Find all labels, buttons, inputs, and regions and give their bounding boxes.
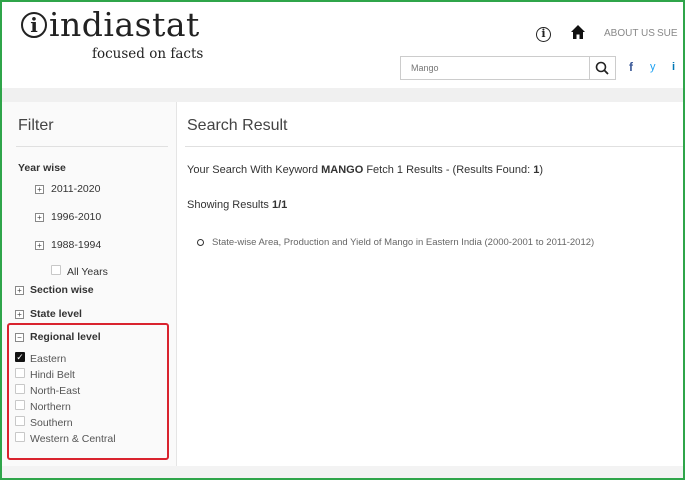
summary-prefix: Your Search With Keyword	[187, 164, 322, 176]
site-header: i indiastat focused on facts i ABOUT US …	[2, 2, 683, 88]
showing-value: 1/1	[272, 199, 288, 211]
nav-subscribe-link[interactable]: SUE	[657, 28, 678, 39]
filter-title: Filter	[18, 117, 54, 134]
expand-state-level-icon[interactable]: +	[15, 310, 24, 319]
facebook-icon[interactable]: f	[629, 60, 633, 74]
year-item-2011-2020[interactable]: 2011-2020	[51, 183, 100, 195]
filter-sidebar: Filter Year wise + 2011-2020 + 1996-2010…	[2, 102, 177, 472]
region-western-central-label[interactable]: Western & Central	[30, 433, 116, 445]
page-frame: i indiastat focused on facts i ABOUT US …	[0, 0, 685, 480]
summary-middle: Fetch 1 Results - (Results Found:	[363, 164, 534, 176]
southern-checkbox[interactable]	[15, 416, 25, 426]
expand-section-wise-icon[interactable]: +	[15, 286, 24, 295]
region-eastern-label[interactable]: Eastern	[30, 353, 66, 365]
summary-suffix: )	[539, 164, 544, 176]
showing-prefix: Showing Results	[187, 199, 272, 211]
north-east-checkbox[interactable]	[15, 384, 25, 394]
home-icon[interactable]	[570, 24, 586, 40]
search-results-panel: Search Result Your Search With Keyword M…	[177, 102, 683, 472]
search-input[interactable]	[400, 56, 590, 80]
info-icon[interactable]: i	[536, 27, 551, 42]
nav-about-us-link[interactable]: ABOUT US	[604, 28, 655, 39]
logo-text[interactable]: indiastat	[49, 5, 200, 44]
region-hindi-belt-label[interactable]: Hindi Belt	[30, 369, 75, 381]
year-item-1996-2010[interactable]: 1996-2010	[51, 211, 101, 223]
northern-checkbox[interactable]	[15, 400, 25, 410]
search-summary: Your Search With Keyword MANGO Fetch 1 R…	[187, 164, 543, 176]
all-years-checkbox[interactable]	[51, 265, 61, 275]
collapse-regional-level-icon[interactable]: −	[15, 333, 24, 342]
region-north-east-label[interactable]: North-East	[30, 385, 80, 397]
header-divider	[2, 88, 683, 102]
state-level-heading[interactable]: State level	[30, 308, 82, 320]
region-northern-label[interactable]: Northern	[30, 401, 71, 413]
result-item-link[interactable]: State-wise Area, Production and Yield of…	[212, 237, 594, 248]
twitter-icon[interactable]: y	[650, 61, 656, 73]
logo-info-icon[interactable]: i	[21, 12, 47, 38]
eastern-checkbox[interactable]: ✓	[15, 352, 25, 362]
section-wise-heading[interactable]: Section wise	[30, 284, 94, 296]
year-item-1988-1994[interactable]: 1988-1994	[51, 239, 101, 251]
year-wise-heading: Year wise	[18, 162, 66, 174]
region-southern-label[interactable]: Southern	[30, 417, 73, 429]
search-icon	[595, 61, 609, 75]
results-divider	[185, 146, 683, 147]
search-keyword: MANGO	[321, 164, 364, 176]
showing-results: Showing Results 1/1	[187, 199, 287, 211]
expand-2011-2020-icon[interactable]: +	[35, 185, 44, 194]
expand-1996-2010-icon[interactable]: +	[35, 213, 44, 222]
linkedin-icon[interactable]: i	[672, 61, 675, 73]
filter-divider	[16, 146, 168, 147]
logo-tagline: focused on facts	[92, 46, 204, 62]
search-result-title: Search Result	[187, 117, 288, 134]
footer-band	[2, 466, 683, 478]
bullet-icon	[197, 238, 204, 246]
result-item[interactable]: State-wise Area, Production and Yield of…	[197, 237, 594, 248]
western-central-checkbox[interactable]	[15, 432, 25, 442]
expand-1988-1994-icon[interactable]: +	[35, 241, 44, 250]
all-years-label[interactable]: All Years	[67, 266, 108, 278]
search-button[interactable]	[590, 56, 616, 80]
regional-level-heading[interactable]: Regional level	[30, 331, 101, 343]
hindi-belt-checkbox[interactable]	[15, 368, 25, 378]
